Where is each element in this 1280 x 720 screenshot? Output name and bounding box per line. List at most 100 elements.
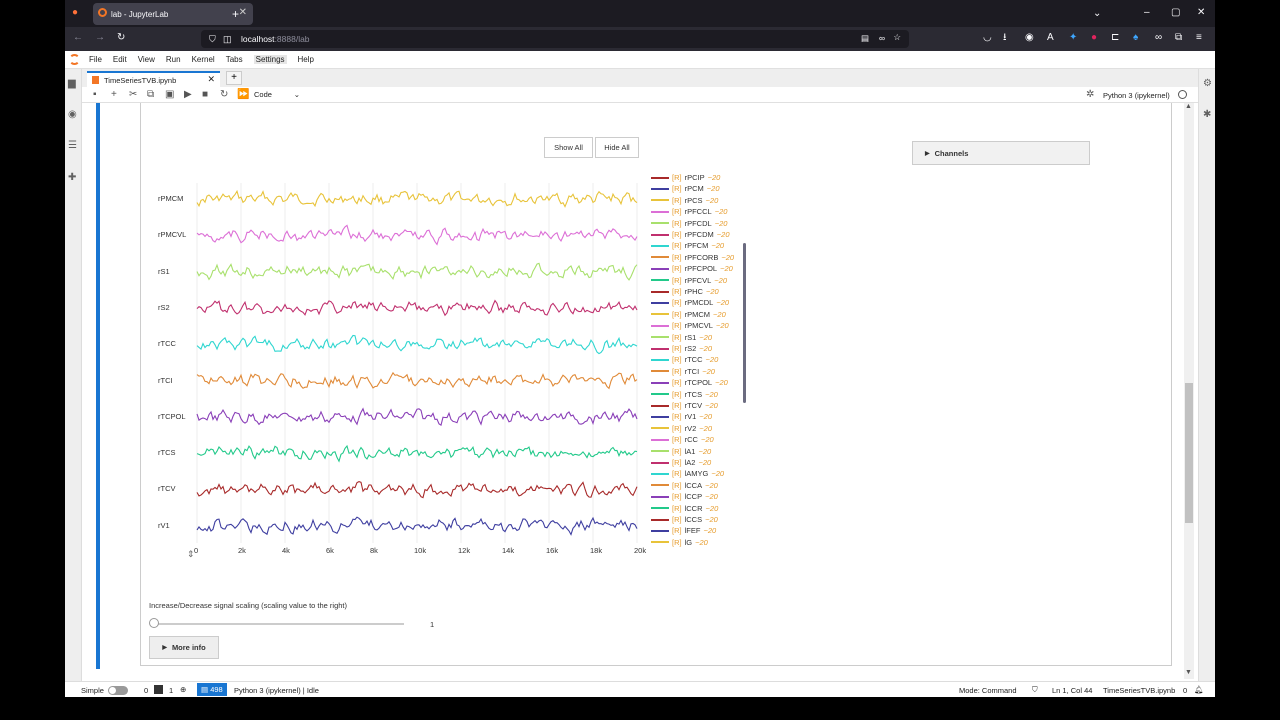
extension-manager-icon[interactable]: ✚ <box>68 173 76 183</box>
legend-scrollbar[interactable] <box>743 243 746 403</box>
timeseries-plot[interactable] <box>189 173 649 593</box>
legend-item[interactable]: [R] rPFCM ~20 <box>651 241 724 250</box>
shield-check-icon[interactable]: ⛉ <box>1032 685 1038 695</box>
legend-item[interactable]: [R] lCCA ~20 <box>651 481 718 490</box>
maximize-icon[interactable]: ▢ <box>1171 8 1180 18</box>
minimize-icon[interactable]: – <box>1144 8 1150 18</box>
legend-item[interactable]: [R] rS1 ~20 <box>651 333 712 342</box>
legend-item[interactable]: [R] rPFCVL ~20 <box>651 276 727 285</box>
insert-cell-icon[interactable]: + <box>111 90 117 100</box>
legend-item[interactable]: [R] rPHC ~20 <box>651 287 719 296</box>
legend-item[interactable]: [R] lAMYG ~20 <box>651 469 724 478</box>
list-tabs-icon[interactable]: ⌄ <box>1093 9 1101 19</box>
legend-item[interactable]: [R] rCC ~20 <box>651 435 714 444</box>
restart-icon[interactable]: ↻ <box>220 90 228 100</box>
menu-help[interactable]: Help <box>298 55 314 64</box>
legend-item[interactable]: [R] rPFCORB ~20 <box>651 253 734 262</box>
reader-icon[interactable]: ▤ <box>861 33 869 44</box>
scrollbar-thumb[interactable] <box>1185 383 1193 523</box>
menu-file[interactable]: File <box>89 55 102 64</box>
legend-item[interactable]: [R] lCCS ~20 <box>651 515 718 524</box>
table-of-contents-icon[interactable]: ☰ <box>68 141 77 151</box>
running-icon[interactable]: ◉ <box>68 110 77 120</box>
legend-item[interactable]: [R] lA2 ~20 <box>651 458 711 467</box>
legend-item[interactable]: [R] rPFCCL ~20 <box>651 207 727 216</box>
menu-edit[interactable]: Edit <box>113 55 127 64</box>
legend-item[interactable]: [R] rPMCDL ~20 <box>651 298 729 307</box>
legend-item[interactable]: [R] lFEF ~20 <box>651 526 716 535</box>
new-launcher-icon[interactable]: + <box>226 71 242 85</box>
reload-icon[interactable]: ↻ <box>117 33 125 43</box>
legend-item[interactable]: [R] rTCI ~20 <box>651 367 715 376</box>
forward-icon[interactable]: → <box>95 33 105 43</box>
scroll-up-icon[interactable]: ▲ <box>1185 103 1192 110</box>
extension-icon[interactable]: ✦ <box>1069 33 1077 43</box>
legend-item[interactable]: [R] rV2 ~20 <box>651 424 712 433</box>
cell-type-select[interactable]: Code ⌄ <box>254 90 302 99</box>
bug-icon[interactable]: ✲ <box>1086 90 1094 100</box>
legend-item[interactable]: [R] rPCM ~20 <box>651 184 720 193</box>
extension-icon[interactable]: A <box>1047 33 1054 43</box>
stop-icon[interactable]: ■ <box>202 90 208 100</box>
menu-run[interactable]: Run <box>166 55 181 64</box>
legend-item[interactable]: [R] rPFCPOL ~20 <box>651 264 733 273</box>
copy-icon[interactable]: ⧉ <box>147 90 154 100</box>
debugger-icon[interactable]: ✱ <box>1203 110 1211 120</box>
scaling-slider[interactable] <box>149 618 405 630</box>
kernels-count[interactable]: 1 <box>169 686 173 695</box>
more-info-button[interactable]: ▶ More info <box>149 636 219 659</box>
kernel-name[interactable]: Python 3 (ipykernel) <box>1103 91 1170 100</box>
new-tab-icon[interactable]: + <box>232 8 239 20</box>
scroll-down-icon[interactable]: ▼ <box>1185 669 1192 676</box>
legend-item[interactable]: [R] rPMCVL ~20 <box>651 321 729 330</box>
extension-icon[interactable]: ● <box>1091 33 1097 43</box>
notebook-tab[interactable]: TimeSeriesTVB.ipynb ✕ <box>87 71 220 87</box>
legend-item[interactable]: [R] rPFCDL ~20 <box>651 219 727 228</box>
legend-item[interactable]: [R] rTCPOL ~20 <box>651 378 728 387</box>
property-inspector-icon[interactable]: ⚙ <box>1203 79 1212 89</box>
legend-item[interactable]: [R] lG ~20 <box>651 538 708 547</box>
show-all-button[interactable]: Show All <box>544 137 593 158</box>
notification-count[interactable]: 0 <box>1183 686 1187 695</box>
download-icon[interactable]: ⭳ <box>1003 33 1007 43</box>
close-notebook-icon[interactable]: ✕ <box>207 74 215 85</box>
legend-item[interactable]: [R] rS2 ~20 <box>651 344 712 353</box>
restart-run-all-icon[interactable]: ⏩ <box>237 90 249 100</box>
hide-all-button[interactable]: Hide All <box>595 137 639 158</box>
save-icon[interactable]: ▪ <box>93 90 97 100</box>
run-icon[interactable]: ▶ <box>184 90 192 100</box>
legend-item[interactable]: [R] rTCC ~20 <box>651 355 718 364</box>
terminals-count[interactable]: 0 <box>144 686 148 695</box>
legend-item[interactable]: [R] lCCR ~20 <box>651 504 718 513</box>
memory-indicator[interactable]: ▤ 498 <box>197 683 227 696</box>
simple-mode-toggle[interactable] <box>108 686 128 695</box>
kernel-status-text[interactable]: Python 3 (ipykernel) | Idle <box>234 686 319 695</box>
back-icon[interactable]: ← <box>73 33 83 43</box>
close-tab-icon[interactable]: ✕ <box>239 7 247 18</box>
extension-icon[interactable]: ∞ <box>1155 33 1162 43</box>
menu-tabs[interactable]: Tabs <box>226 55 243 64</box>
url-field[interactable]: ⛉ ◫ localhost:8888/lab ▤ ∞ ☆ <box>201 30 909 48</box>
notebook-scrollbar[interactable]: ▲ ▼ <box>1184 103 1194 679</box>
cut-icon[interactable]: ✂ <box>129 90 137 100</box>
extension-icon[interactable]: ◉ <box>1025 33 1034 43</box>
browser-tab[interactable]: lab - JupyterLab ✕ <box>93 3 253 25</box>
legend-item[interactable]: [R] rPFCDM ~20 <box>651 230 730 239</box>
extension-icon[interactable]: ♠ <box>1133 33 1138 43</box>
extension-icon[interactable]: ⊏ <box>1111 33 1119 43</box>
bookmark-star-icon[interactable]: ☆ <box>893 32 901 43</box>
menu-view[interactable]: View <box>138 55 155 64</box>
globe-icon[interactable]: ⊕ <box>180 685 186 694</box>
cursor-position[interactable]: Ln 1, Col 44 <box>1052 686 1092 695</box>
legend-item[interactable]: [R] rV1 ~20 <box>651 412 712 421</box>
slider-thumb[interactable] <box>149 618 159 628</box>
menu-kernel[interactable]: Kernel <box>192 55 215 64</box>
bell-icon[interactable]: 🔔︎ <box>1194 685 1204 694</box>
legend-item[interactable]: [R] rPCIP ~20 <box>651 173 720 182</box>
folder-icon[interactable]: ▆ <box>68 79 76 89</box>
channels-accordion[interactable]: ▶ Channels <box>912 141 1090 165</box>
extensions-puzzle-icon[interactable]: ⧉ <box>1175 33 1182 43</box>
hamburger-menu-icon[interactable]: ≡ <box>1196 33 1202 43</box>
legend-item[interactable]: [R] rPMCM ~20 <box>651 310 726 319</box>
close-window-icon[interactable]: ✕ <box>1197 8 1205 18</box>
